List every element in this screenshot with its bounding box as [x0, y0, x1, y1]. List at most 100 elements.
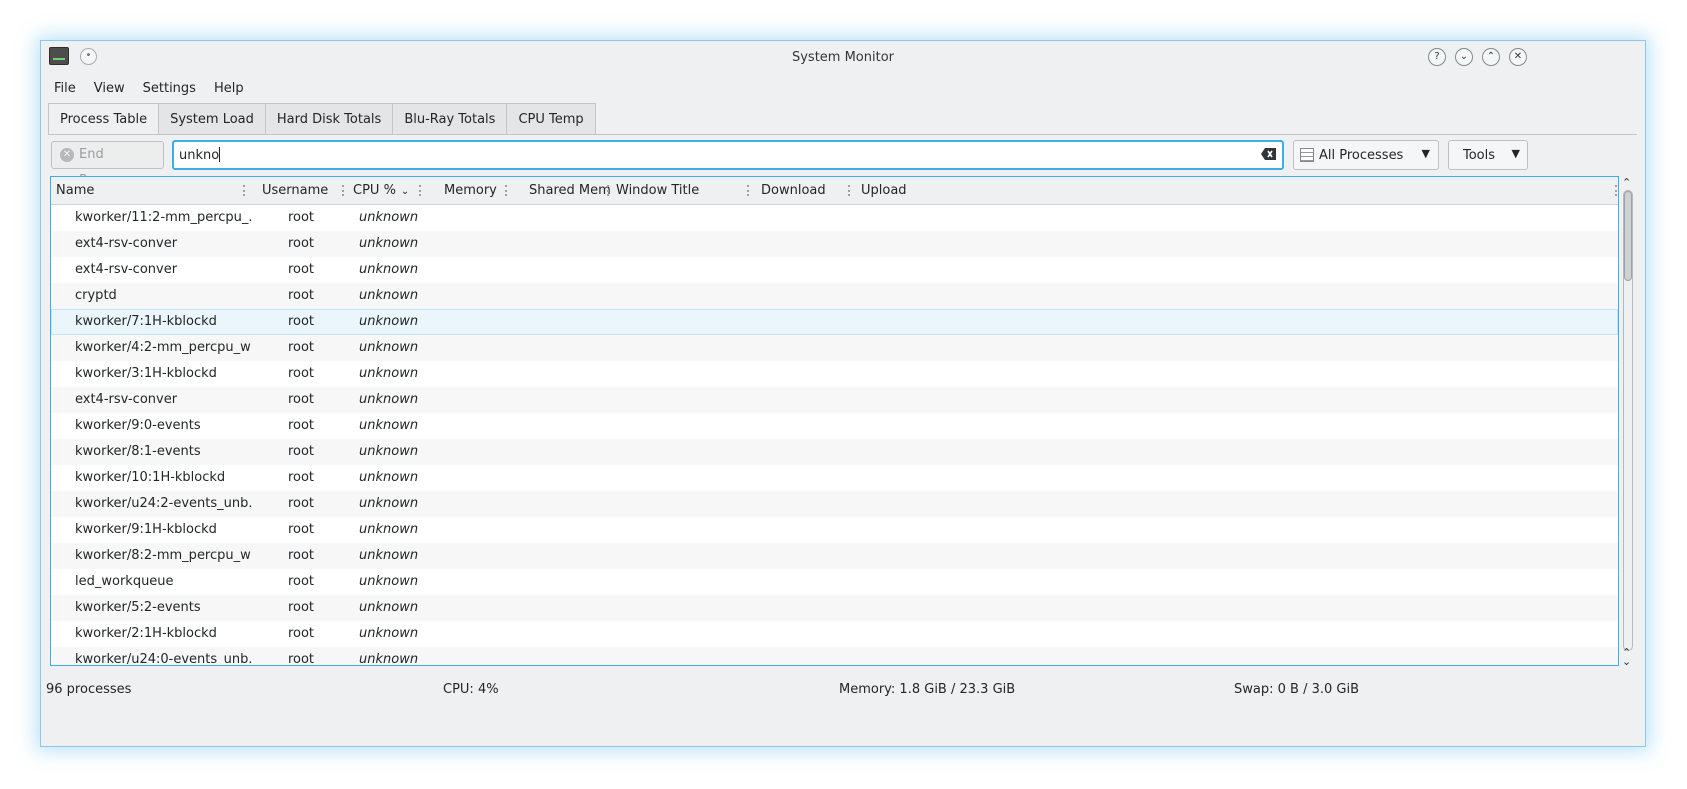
table-row[interactable]: kworker/5:2-events root unknown [51, 595, 1618, 621]
cpu-cell: unknown [359, 418, 419, 433]
cpu-cell: unknown [359, 548, 419, 563]
name-cell: ext4-rsv-conver [75, 236, 178, 251]
table-row[interactable]: kworker/4:2-mm_percpu_wq root unknown [51, 335, 1618, 361]
scrollbar-thumb[interactable] [1624, 191, 1632, 281]
table-row[interactable]: kworker/9:1H-kblockd root unknown [51, 517, 1618, 543]
name-cell: kworker/2:1H-kblockd [75, 626, 217, 641]
column-header-cpu[interactable]: CPU % ⌄ [353, 177, 409, 204]
sort-descending-icon: ⌄ [400, 186, 410, 197]
username-cell: root [287, 444, 315, 459]
tab-cpu-temp[interactable]: CPU Temp [507, 103, 596, 135]
table-row[interactable]: ext4-rsv-conver root unknown [51, 257, 1618, 283]
titlebar[interactable]: • System Monitor ? ⌄ ⌃ ✕ [41, 41, 1645, 75]
column-resize-handle[interactable] [419, 185, 422, 196]
cpu-cell: unknown [359, 470, 419, 485]
username-cell: root [287, 262, 315, 277]
table-row[interactable]: kworker/8:2-mm_percpu_wq root unknown [51, 543, 1618, 569]
column-header-window-title[interactable]: Window Title [616, 177, 699, 204]
process-filter-select[interactable]: All Processes ▼ [1293, 140, 1439, 170]
cpu-cell: unknown [359, 210, 419, 225]
menu-help[interactable]: Help [209, 77, 253, 101]
cpu-usage: CPU: 4% [443, 682, 499, 697]
table-row[interactable]: kworker/2:1H-kblockd root unknown [51, 621, 1618, 647]
table-row[interactable]: cryptd root unknown [51, 283, 1618, 309]
cpu-cell: unknown [359, 288, 419, 303]
table-row[interactable]: kworker/9:0-events root unknown [51, 413, 1618, 439]
table-row[interactable]: kworker/10:1H-kblockd root unknown [51, 465, 1618, 491]
name-cell: kworker/5:2-events [75, 600, 201, 615]
tools-button[interactable]: Tools ▼ [1448, 140, 1528, 170]
username-cell: root [287, 600, 315, 615]
column-header-name[interactable]: Name [56, 177, 94, 204]
memory-usage: Memory: 1.8 GiB / 23.3 GiB [839, 682, 1016, 697]
column-resize-handle[interactable] [607, 185, 610, 196]
column-resize-handle[interactable] [505, 185, 508, 196]
table-row[interactable]: kworker/7:1H-kblockd root unknown [51, 309, 1618, 335]
table-row[interactable]: ext4-rsv-conver root unknown [51, 231, 1618, 257]
cpu-cell: unknown [359, 340, 419, 355]
cpu-cell: unknown [359, 522, 419, 537]
name-cell: kworker/u24:2-events_unb... [75, 496, 251, 511]
cancel-icon: ✕ [60, 148, 74, 162]
table-row[interactable]: kworker/u24:0-events_unb... root unknown [51, 647, 1618, 666]
table-row[interactable]: ext4-rsv-conver root unknown [51, 387, 1618, 413]
menu-settings[interactable]: Settings [138, 77, 205, 101]
username-cell: root [287, 340, 315, 355]
cpu-cell: unknown [359, 366, 419, 381]
cpu-cell: unknown [359, 314, 419, 329]
username-cell: root [287, 522, 315, 537]
swap-usage: Swap: 0 B / 3.0 GiB [1234, 682, 1359, 697]
column-resize-handle[interactable] [243, 185, 246, 196]
search-value-wrap: unkno [179, 147, 221, 163]
username-cell: root [287, 288, 315, 303]
help-button[interactable]: ? [1428, 48, 1446, 66]
column-header-upload[interactable]: Upload [861, 177, 907, 204]
table-row[interactable]: kworker/3:1H-kblockd root unknown [51, 361, 1618, 387]
username-cell: root [287, 418, 315, 433]
column-resize-handle[interactable] [342, 185, 345, 196]
scroll-up-icon[interactable]: ⌃ [1622, 176, 1631, 189]
cpu-cell: unknown [359, 236, 419, 251]
tab-process-table[interactable]: Process Table [48, 103, 160, 135]
menu-settings-label: Settings [142, 81, 196, 96]
name-cell: kworker/3:1H-kblockd [75, 366, 217, 381]
name-cell: ext4-rsv-conver [75, 392, 178, 407]
column-header-download[interactable]: Download [761, 177, 826, 204]
tab-hard-disk-totals[interactable]: Hard Disk Totals [265, 103, 394, 135]
minimize-button[interactable]: ⌄ [1455, 48, 1473, 66]
username-cell: root [287, 470, 315, 485]
column-resize-handle[interactable] [1615, 185, 1618, 196]
column-resize-handle[interactable] [848, 185, 851, 196]
table-row[interactable]: kworker/u24:2-events_unb... root unknown [51, 491, 1618, 517]
menu-view[interactable]: View [89, 77, 134, 101]
tab-blu-ray-totals[interactable]: Blu-Ray Totals [393, 103, 508, 135]
table-row[interactable]: kworker/8:1-events root unknown [51, 439, 1618, 465]
maximize-button[interactable]: ⌃ [1482, 48, 1500, 66]
clear-text-icon[interactable] [1261, 148, 1276, 160]
menu-file[interactable]: File [49, 77, 85, 101]
end-process-button[interactable]: ✕ End Process... [51, 141, 164, 188]
table-row[interactable]: led_workqueue root unknown [51, 569, 1618, 595]
username-cell: root [287, 392, 315, 407]
username-cell: root [287, 210, 315, 225]
tab-system-load[interactable]: System Load [159, 103, 266, 135]
username-cell: root [287, 366, 315, 381]
status-bar: 96 processes CPU: 4% Memory: 1.8 GiB / 2… [41, 675, 1645, 703]
table-row[interactable]: kworker/11:2-mm_percpu_... root unknown [51, 205, 1618, 231]
menu-file-label: File [54, 81, 76, 96]
column-header-username[interactable]: Username [262, 177, 328, 204]
search-input[interactable]: unkno [172, 140, 1284, 170]
window-title: System Monitor [791, 50, 895, 65]
close-button[interactable]: ✕ [1509, 48, 1527, 66]
process-table[interactable]: Name Username CPU % ⌄ Memory Shared Mem W… [50, 176, 1619, 666]
column-header-memory[interactable]: Memory [444, 177, 497, 204]
name-cell: led_workqueue [75, 574, 174, 589]
name-cell: kworker/u24:0-events_unb... [75, 652, 251, 666]
vertical-scrollbar[interactable]: ⌃ ⌃ ⌄ [1619, 176, 1637, 668]
scroll-down-icon[interactable]: ⌄ [1622, 655, 1631, 668]
username-cell: root [287, 496, 315, 511]
cpu-cell: unknown [359, 626, 419, 641]
scrollbar-track[interactable] [1623, 190, 1633, 651]
column-header-shared-mem[interactable]: Shared Mem [529, 177, 611, 204]
column-resize-handle[interactable] [747, 185, 750, 196]
